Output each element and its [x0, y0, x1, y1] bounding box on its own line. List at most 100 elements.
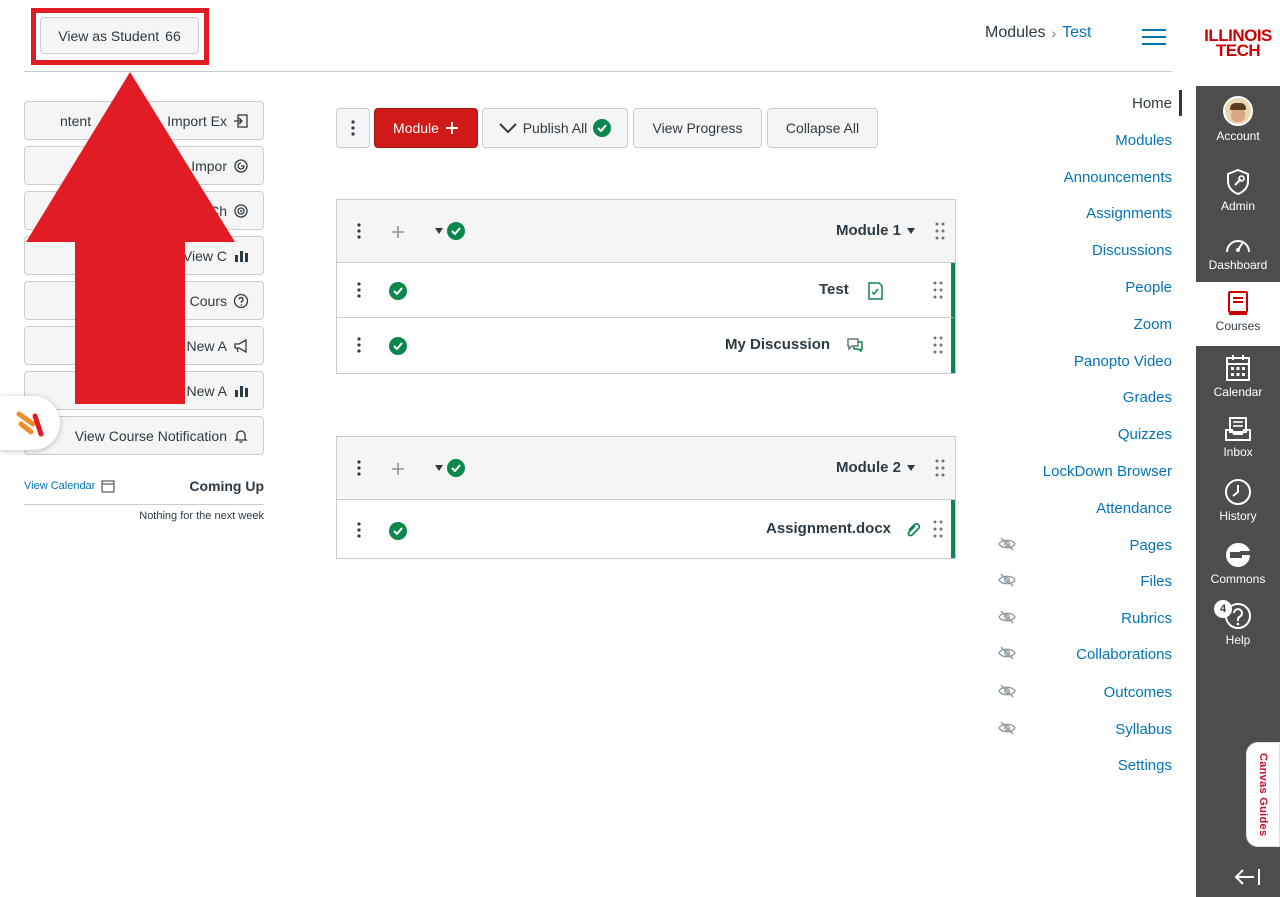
calendar-icon — [101, 480, 115, 493]
coming-up-section: View Calendar Coming Up Nothing for the … — [24, 476, 264, 522]
drag-handle-icon[interactable] — [935, 459, 945, 477]
course-nav-files[interactable]: Files — [912, 568, 1172, 594]
eye-slash-icon — [998, 537, 1016, 551]
course-nav-rubrics[interactable]: Rubrics — [912, 605, 1172, 631]
discussion-icon — [847, 338, 863, 353]
caret-down-icon — [435, 228, 443, 234]
course-nav-label: Syllabus — [1115, 720, 1172, 738]
bell-icon — [234, 429, 248, 443]
global-nav-account-label: Account — [1216, 129, 1260, 143]
global-nav-history-label: History — [1219, 509, 1257, 523]
breadcrumb-current: Modules — [985, 24, 1046, 41]
course-nav-settings[interactable]: Settings — [912, 752, 1172, 778]
global-nav-admin[interactable]: Admin — [1196, 160, 1280, 224]
published-check-icon[interactable] — [389, 282, 407, 300]
illinois-tech-logo[interactable]: ILLINOIS TECH — [1196, 0, 1280, 86]
module-item-title[interactable]: Assignment.docx — [766, 520, 891, 537]
plus-icon — [445, 122, 458, 134]
kebab-icon[interactable] — [357, 223, 361, 239]
kebab-icon[interactable] — [357, 282, 361, 298]
module-item-row[interactable]: Test — [337, 263, 955, 318]
drag-handle-icon[interactable] — [933, 281, 943, 299]
drag-handle-icon[interactable] — [933, 520, 943, 538]
published-check-icon[interactable] — [389, 337, 407, 355]
canvas-guides-label: Canvas Guides — [1257, 752, 1269, 837]
course-nav-home[interactable]: Home — [922, 90, 1182, 116]
brand-line2: TECH — [1215, 41, 1261, 60]
view-course-notifications-button[interactable]: View Course Notification — [24, 416, 264, 455]
published-check-icon — [447, 222, 465, 240]
caret-down-icon[interactable] — [907, 464, 915, 471]
add-module-button[interactable]: Module — [374, 108, 478, 148]
global-nav-commons-label: Commons — [1210, 572, 1266, 586]
add-item-icon[interactable] — [391, 462, 405, 476]
module-item-row[interactable]: My Discussion — [337, 318, 955, 373]
course-nav-label: Attendance — [1096, 499, 1172, 517]
modules-more-options-button[interactable] — [336, 108, 370, 148]
course-nav-label: Discussions — [1091, 241, 1172, 259]
publish-all-button[interactable]: Publish All — [482, 108, 628, 148]
global-nav-calendar[interactable]: Calendar — [1196, 346, 1280, 410]
global-nav: ILLINOIS TECH Account Admin Dashboard Co… — [1196, 0, 1280, 897]
kebab-icon[interactable] — [357, 337, 361, 353]
view-progress-button[interactable]: View Progress — [633, 108, 762, 148]
module-header[interactable]: Module 2 — [337, 437, 955, 500]
module-item-row[interactable]: Assignment.docx — [337, 500, 955, 558]
coming-up-divider — [24, 504, 264, 505]
module-title-text: Module 2 — [835, 459, 901, 476]
module-item-title[interactable]: Test — [819, 281, 849, 298]
course-nav-announcements[interactable]: Announcements — [912, 164, 1172, 190]
hamburger-menu-icon[interactable] — [1141, 27, 1167, 47]
kebab-icon[interactable] — [357, 460, 361, 476]
add-item-icon[interactable] — [391, 225, 405, 239]
drag-handle-icon[interactable] — [933, 336, 943, 354]
course-nav-label: Rubrics — [1121, 609, 1172, 627]
global-nav-inbox-label: Inbox — [1223, 445, 1253, 459]
speedometer-icon — [1226, 240, 1250, 253]
course-nav-modules[interactable]: Modules — [912, 127, 1172, 153]
view-progress-label: View Progress — [652, 120, 743, 136]
course-nav-outcomes[interactable]: Outcomes — [912, 679, 1172, 705]
kebab-icon[interactable] — [357, 522, 361, 538]
course-nav-label: Collaborations — [1076, 645, 1172, 663]
module-title: Module 2 — [836, 459, 915, 476]
global-nav-help[interactable]: 4 Help — [1196, 594, 1280, 658]
commons-icon — [1226, 542, 1250, 567]
canvas-guides-tab[interactable]: Canvas Guides — [1246, 742, 1280, 847]
caret-down-icon[interactable] — [907, 227, 915, 234]
course-nav-grades[interactable]: Grades — [912, 384, 1172, 410]
global-nav-dashboard[interactable]: Dashboard — [1196, 225, 1280, 289]
course-nav-label: Pages — [1129, 536, 1172, 554]
annotation-highlight-box — [31, 8, 209, 65]
course-nav-syllabus[interactable]: Syllabus — [912, 716, 1172, 742]
published-check-icon — [593, 119, 612, 137]
coming-up-empty-text: Nothing for the next week — [139, 510, 264, 522]
eye-slash-icon — [998, 610, 1016, 624]
eye-slash-icon — [998, 573, 1016, 587]
module-header[interactable]: Module 1 — [337, 200, 955, 263]
global-nav-inbox[interactable]: Inbox — [1196, 408, 1280, 472]
drag-handle-icon[interactable] — [935, 222, 945, 240]
pendo-launcher-icon[interactable] — [0, 396, 60, 450]
view-calendar-link[interactable]: View Calendar — [24, 480, 95, 492]
course-nav-label: People — [1125, 278, 1172, 296]
global-nav-courses[interactable]: Courses — [1196, 282, 1280, 346]
course-nav-label: Quizzes — [1117, 425, 1172, 443]
breadcrumb-course-link[interactable]: Test — [1062, 24, 1091, 42]
module-publish-menu[interactable] — [435, 459, 465, 477]
collapse-all-button[interactable]: Collapse All — [767, 108, 878, 148]
published-check-icon[interactable] — [389, 522, 407, 540]
module-item-title[interactable]: My Discussion — [725, 336, 830, 353]
kebab-icon — [351, 120, 355, 136]
view-course-notifications-label: View Course Notification — [74, 427, 227, 444]
module-publish-menu[interactable] — [435, 222, 465, 240]
add-module-label: Module — [393, 120, 439, 136]
shield-icon — [1227, 168, 1249, 196]
collapse-nav-icon[interactable] — [1234, 867, 1262, 887]
course-nav-label: Modules — [1115, 131, 1172, 149]
global-nav-account[interactable]: Account — [1196, 88, 1280, 152]
global-nav-history[interactable]: History — [1196, 470, 1280, 534]
chevron-down-icon — [498, 123, 517, 134]
course-nav-collaborations[interactable]: Collaborations — [912, 641, 1172, 667]
global-nav-commons[interactable]: Commons — [1196, 533, 1280, 597]
